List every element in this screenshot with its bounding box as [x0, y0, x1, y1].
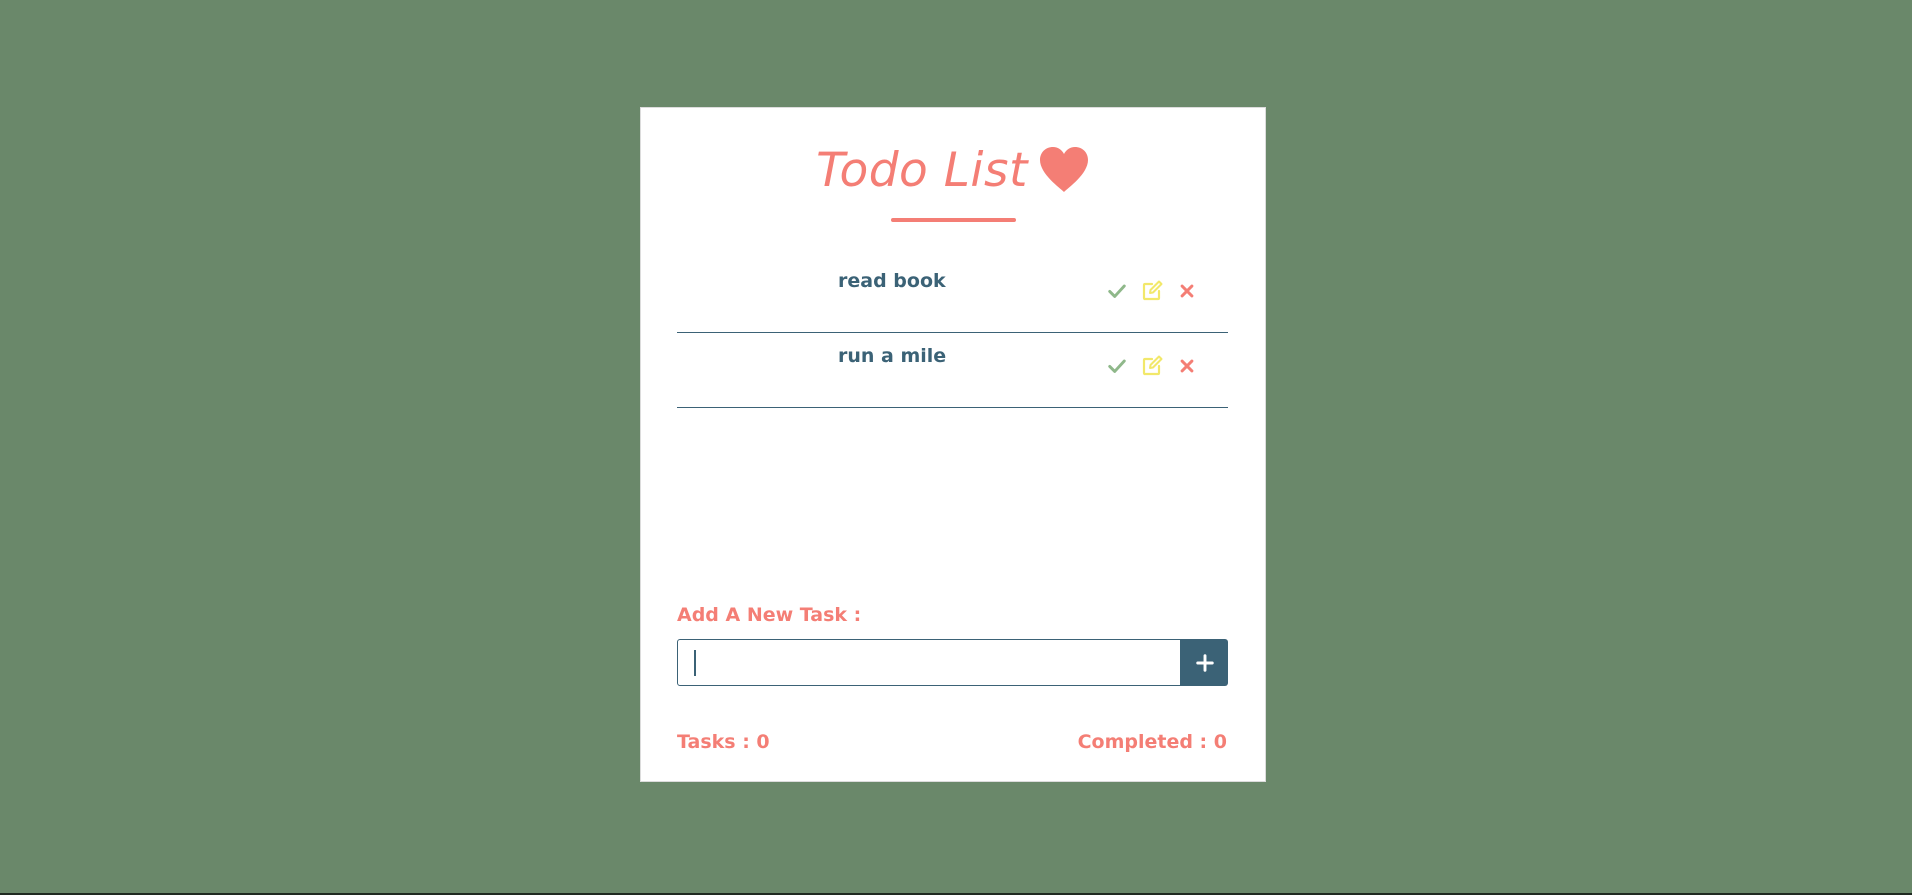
page-title: Todo List — [816, 142, 1028, 198]
plus-icon — [1195, 653, 1214, 672]
check-icon[interactable] — [1106, 280, 1128, 302]
task-row: read book — [677, 258, 1228, 333]
add-task-row — [677, 639, 1228, 686]
heart-icon — [1038, 146, 1090, 194]
task-actions — [1106, 280, 1198, 302]
task-text: read book — [838, 270, 946, 292]
edit-icon[interactable] — [1141, 355, 1163, 377]
task-text: run a mile — [838, 345, 947, 367]
task-row: run a mile — [677, 333, 1228, 408]
task-list: read book run a mile — [677, 258, 1228, 408]
title-row: Todo List — [641, 146, 1265, 194]
add-task-button[interactable] — [1181, 639, 1228, 686]
task-actions — [1106, 355, 1198, 377]
todo-card: Todo List read book run a mile Add A New… — [640, 107, 1266, 782]
add-task-label: Add A New Task : — [677, 604, 862, 626]
title-underline — [891, 218, 1016, 222]
close-icon[interactable] — [1176, 355, 1198, 377]
add-task-input[interactable] — [677, 639, 1181, 686]
check-icon[interactable] — [1106, 355, 1128, 377]
tasks-count: Tasks : 0 — [677, 731, 770, 753]
completed-count: Completed : 0 — [1077, 731, 1227, 753]
text-cursor — [694, 650, 696, 676]
edit-icon[interactable] — [1141, 280, 1163, 302]
close-icon[interactable] — [1176, 280, 1198, 302]
